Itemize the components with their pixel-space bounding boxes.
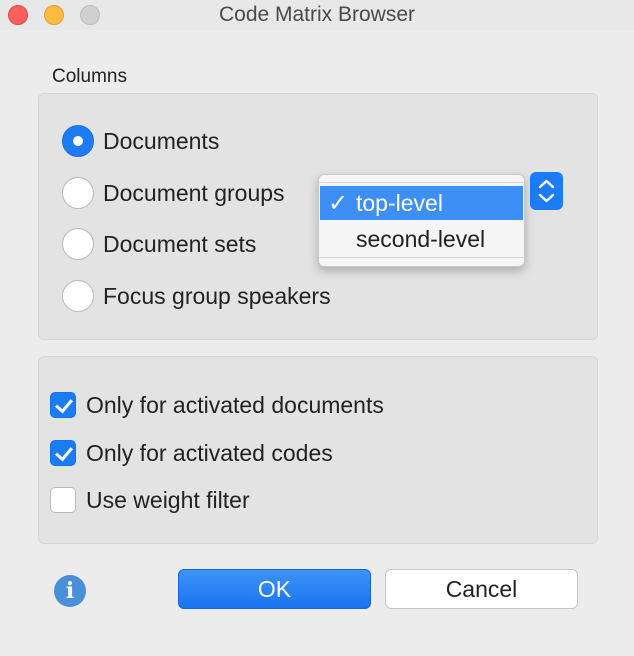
menu-item-label: second-level bbox=[356, 225, 486, 252]
radio-option-documents[interactable]: Documents bbox=[62, 124, 219, 158]
radio-option-document-groups[interactable]: Document groups bbox=[62, 176, 285, 210]
radio-label: Document sets bbox=[103, 230, 257, 257]
radio-button-selected[interactable] bbox=[62, 125, 94, 157]
checkbox-label: Use weight filter bbox=[86, 486, 250, 513]
radio-label: Focus group speakers bbox=[103, 282, 331, 309]
checkmark-icon: ✓ bbox=[327, 189, 349, 217]
checkbox-checked[interactable] bbox=[50, 440, 76, 466]
radio-button[interactable] bbox=[62, 280, 94, 312]
checkbox-activated-documents[interactable]: Only for activated documents bbox=[50, 390, 384, 420]
ok-button[interactable]: OK bbox=[178, 569, 371, 609]
cancel-button[interactable]: Cancel bbox=[385, 569, 578, 609]
checkbox-unchecked[interactable] bbox=[50, 487, 76, 513]
radio-label: Documents bbox=[103, 127, 220, 154]
columns-label: Columns bbox=[52, 66, 127, 87]
menu-item-top-level[interactable]: ✓ top-level bbox=[320, 186, 523, 220]
menu-divider bbox=[319, 257, 524, 258]
menu-item-label: top-level bbox=[356, 189, 443, 216]
radio-option-focus-group-speakers[interactable]: Focus group speakers bbox=[62, 279, 331, 313]
checkbox-label: Only for activated documents bbox=[86, 391, 384, 418]
checkbox-checked[interactable] bbox=[50, 392, 76, 418]
window-title: Code Matrix Browser bbox=[218, 3, 416, 26]
radio-label: Document groups bbox=[103, 179, 285, 206]
level-popup-stepper[interactable] bbox=[530, 172, 563, 210]
info-icon[interactable]: i bbox=[54, 575, 86, 607]
radio-option-document-sets[interactable]: Document sets bbox=[62, 227, 256, 261]
checkbox-label: Only for activated codes bbox=[86, 439, 333, 466]
radio-button[interactable] bbox=[62, 228, 94, 260]
menu-item-second-level[interactable]: second-level bbox=[320, 222, 523, 256]
menu-divider bbox=[319, 182, 524, 183]
title-bar: Code Matrix Browser bbox=[0, 0, 634, 30]
chevron-up-down-icon bbox=[538, 179, 555, 203]
checkbox-weight-filter[interactable]: Use weight filter bbox=[50, 485, 250, 515]
checkbox-activated-codes[interactable]: Only for activated codes bbox=[50, 438, 333, 468]
radio-button[interactable] bbox=[62, 177, 94, 209]
level-dropdown-menu: ✓ top-level second-level bbox=[318, 174, 525, 267]
